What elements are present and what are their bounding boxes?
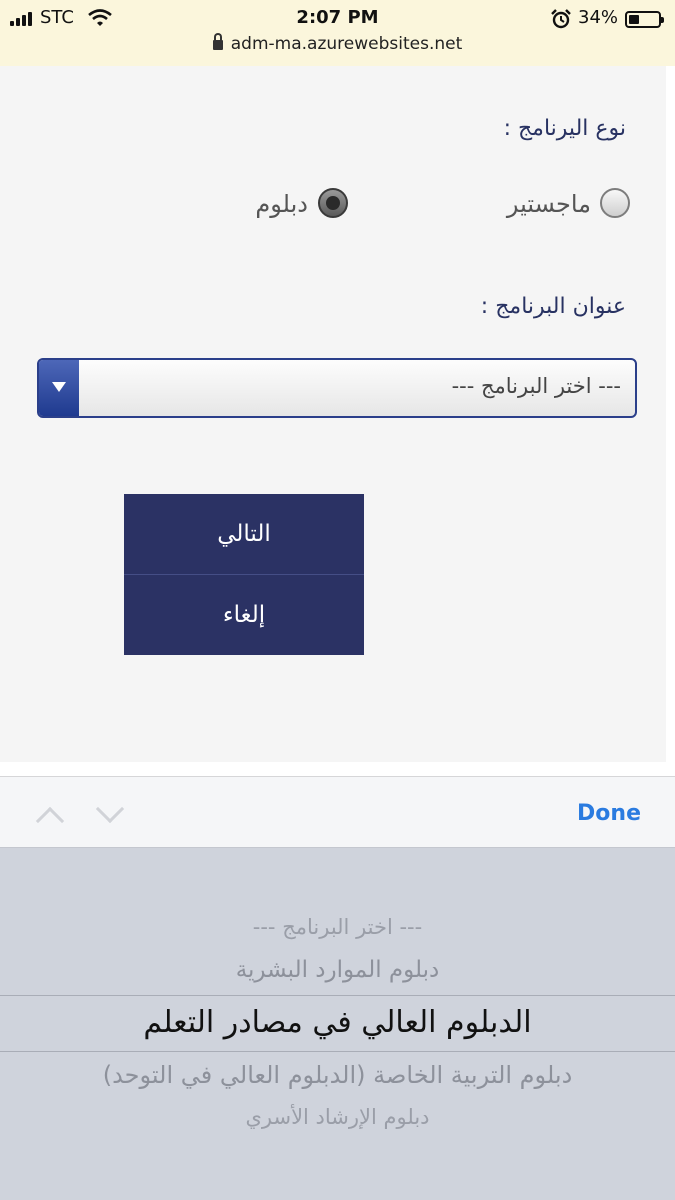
picker-item[interactable]: دبلوم التربية الخاصة (الدبلوم العالي في … xyxy=(0,1061,675,1089)
radio-button-master[interactable] xyxy=(600,188,630,218)
select-current-value: --- اختر البرنامج --- xyxy=(451,374,621,398)
page-bottom-band xyxy=(0,762,675,776)
radio-label-master: ماجستير xyxy=(506,190,591,218)
battery-fill xyxy=(629,15,639,24)
status-bar: STC 2:07 PM 34% adm-ma.azurewebsites.net xyxy=(0,0,675,66)
program-select[interactable]: --- اختر البرنامج --- xyxy=(37,358,637,418)
chevron-down-icon[interactable] xyxy=(95,794,125,824)
chevron-up-icon[interactable] xyxy=(35,806,65,836)
picker-wheel[interactable]: --- اختر البرنامج --- دبلوم الموارد البش… xyxy=(0,849,675,1200)
keyboard-accessory-bar: Done xyxy=(0,776,675,848)
page-edge xyxy=(666,66,675,762)
picker-item[interactable]: دبلوم الموارد البشرية xyxy=(0,957,675,983)
picker-selection-top-line xyxy=(0,995,675,996)
radio-option-master[interactable]: ماجستير xyxy=(475,186,635,226)
radio-option-diploma[interactable]: دبلوم xyxy=(228,186,348,226)
address-bar[interactable]: adm-ma.azurewebsites.net xyxy=(0,33,675,58)
picker-selection-bottom-line xyxy=(0,1051,675,1052)
picker-item-selected[interactable]: الدبلوم العالي في مصادر التعلم xyxy=(0,1005,675,1040)
radio-label-diploma: دبلوم xyxy=(255,190,308,218)
dropdown-arrow-icon xyxy=(52,382,66,392)
picker-item[interactable]: دبلوم الإرشاد الأسري xyxy=(0,1105,675,1129)
battery-icon xyxy=(625,11,664,28)
picker-item[interactable]: --- اختر البرنامج --- xyxy=(0,915,675,939)
status-time: 2:07 PM xyxy=(296,7,379,28)
radio-button-diploma[interactable] xyxy=(318,188,348,218)
status-row: STC 2:07 PM 34% xyxy=(0,4,675,32)
url-text: adm-ma.azurewebsites.net xyxy=(230,34,463,54)
program-type-label: نوع اليرنامج : xyxy=(503,116,626,141)
battery-percent: 34% xyxy=(578,7,619,28)
dropdown-arrow-button[interactable] xyxy=(39,360,79,416)
program-title-label: عنوان البرنامج : xyxy=(480,294,626,319)
lock-icon xyxy=(212,33,223,50)
done-button[interactable]: Done xyxy=(577,801,641,826)
alarm-icon xyxy=(551,9,571,29)
web-page: نوع اليرنامج : ماجستير دبلوم عنوان البرن… xyxy=(0,66,666,762)
next-button[interactable]: التالي xyxy=(124,494,364,574)
cancel-button[interactable]: إلغاء xyxy=(124,575,364,655)
